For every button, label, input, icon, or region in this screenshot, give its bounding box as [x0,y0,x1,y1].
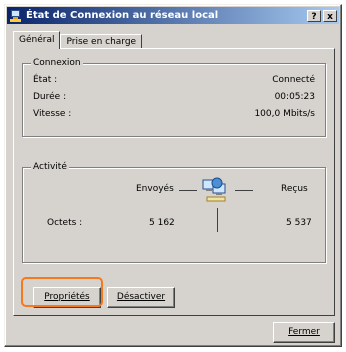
sent-line [179,190,197,191]
tab-support[interactable]: Prise en charge [60,34,143,49]
bytes-label: Octets : [47,218,83,228]
properties-highlight [21,277,103,307]
network-connection-icon [10,9,22,22]
activity-group-label: Activité [31,162,69,173]
connection-group: Connexion État : Connecté Durée : 00:05:… [22,58,326,137]
status-value: Connecté [272,75,315,85]
window-title: État de Connexion au réseau local [26,10,219,21]
duration-row: Durée : 00:05:23 [33,91,315,103]
activity-group: Activité Envoyés Reçus Octets : 5 162 5 … [22,162,326,263]
disable-button-label: Désactiver [116,292,166,302]
close-button[interactable]: Fermer [273,322,335,343]
speed-row: Vitesse : 100,0 Mbits/s [33,108,315,120]
help-button[interactable]: ? [307,9,321,22]
activity-divider [217,208,218,232]
received-label: Reçus [281,184,308,194]
status-label: État : [33,75,58,85]
tab-strip: Général Prise en charge [13,31,143,49]
connection-group-label: Connexion [31,58,83,69]
sent-label: Envoyés [136,184,174,194]
duration-value: 00:05:23 [274,92,315,102]
speed-value: 100,0 Mbits/s [254,109,315,119]
tab-general[interactable]: Général [13,31,61,49]
status-row: État : Connecté [33,74,315,86]
close-window-button[interactable]: x [323,9,337,22]
duration-label: Durée : [33,92,67,102]
speed-label: Vitesse : [33,109,72,119]
received-line [235,190,253,191]
network-computers-icon [202,177,226,202]
title-bar[interactable]: État de Connexion au réseau local ? x [7,7,339,24]
disable-button[interactable]: Désactiver [107,287,175,308]
general-panel: Connexion État : Connecté Durée : 00:05:… [13,48,335,316]
close-button-label: Fermer [288,327,320,337]
bytes-sent-value: 5 162 [149,218,175,228]
bytes-received-value: 5 537 [286,218,312,228]
